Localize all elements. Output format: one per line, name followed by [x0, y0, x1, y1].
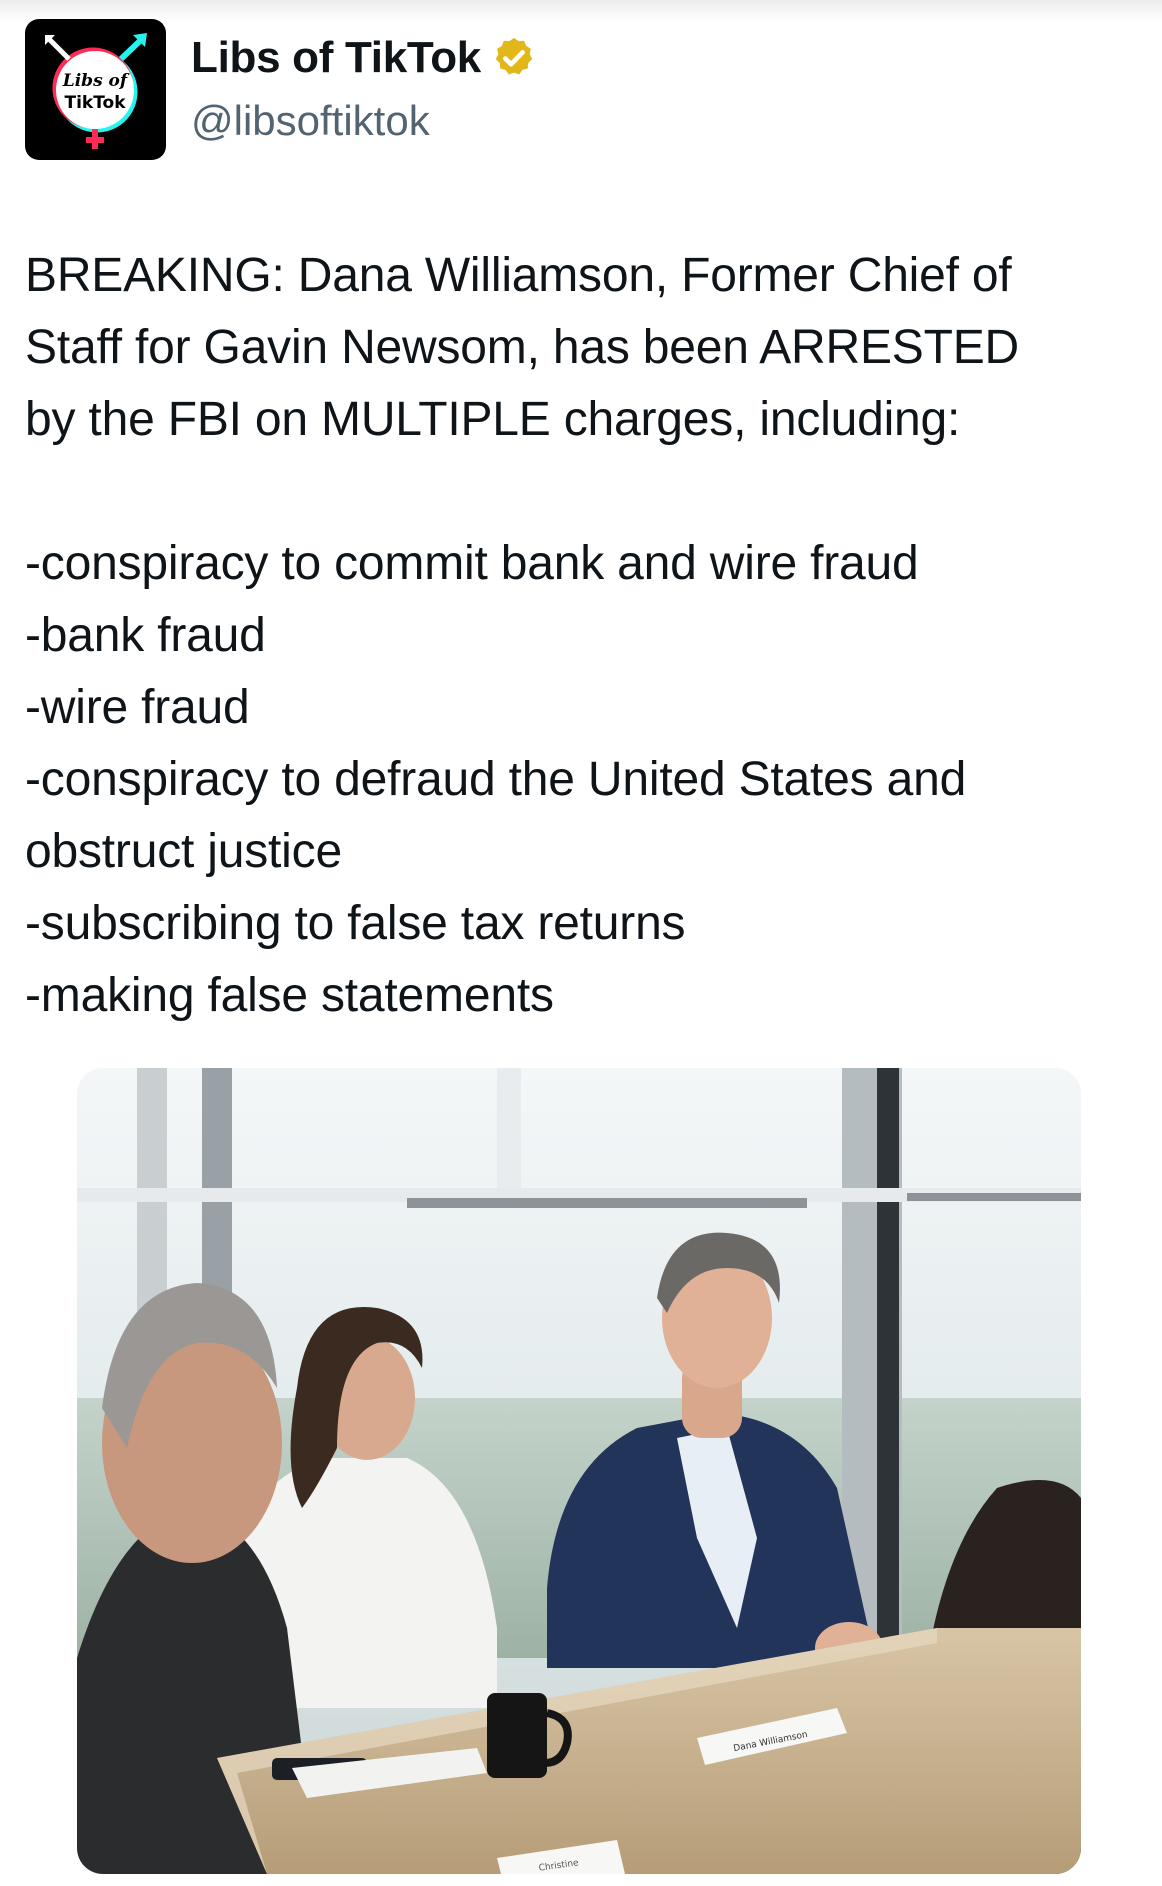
tweet-text: BREAKING: Dana Williamson, Former Chief … [25, 240, 1145, 1032]
verified-badge-icon [495, 37, 533, 75]
tweet-line: obstruct justice [25, 825, 342, 878]
tweet-line: -conspiracy to commit bank and wire frau… [25, 537, 919, 590]
meeting-photo: Dana Williamson Christine [77, 1068, 1081, 1874]
tweet-header: Libs of TikTok Libs of TikTok @libsoftik… [25, 19, 1125, 160]
tweet-line: -bank fraud [25, 609, 266, 662]
display-name: Libs of TikTok [191, 33, 481, 82]
tweet-line: BREAKING: Dana Williamson, Former Chief … [25, 249, 1012, 302]
tweet-line: Staff for Gavin Newsom, has been ARRESTE… [25, 321, 1020, 374]
avatar[interactable]: Libs of TikTok [25, 19, 166, 160]
tweet-line: -making false statements [25, 969, 554, 1022]
svg-text:TikTok: TikTok [64, 93, 126, 113]
account-handle[interactable]: @libsoftiktok [191, 97, 430, 145]
tweet-line: -wire fraud [25, 681, 250, 734]
tweet-line: by the FBI on MULTIPLE charges, includin… [25, 393, 961, 446]
tweet-line: -conspiracy to defraud the United States… [25, 753, 967, 806]
tweet-line: -subscribing to false tax returns [25, 897, 686, 950]
libs-of-tiktok-logo: Libs of TikTok [45, 33, 147, 149]
svg-text:Libs of: Libs of [62, 71, 130, 91]
line-break [25, 456, 1145, 528]
tweet-media-photo[interactable]: Dana Williamson Christine [77, 1068, 1081, 1874]
display-name-link[interactable]: Libs of TikTok [191, 33, 537, 83]
